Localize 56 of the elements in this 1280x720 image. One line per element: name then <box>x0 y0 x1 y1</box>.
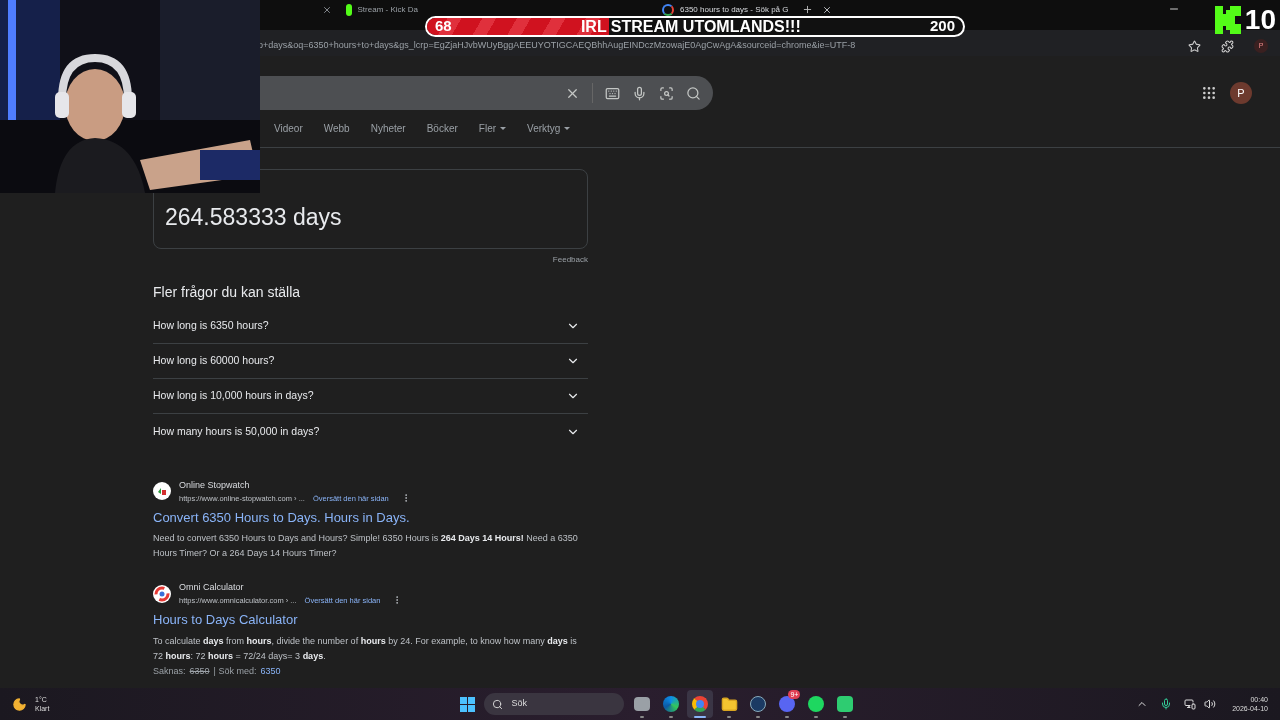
search-icon <box>492 698 504 710</box>
calculator-result: 264.583333 days <box>165 202 342 232</box>
close-tab-icon[interactable] <box>322 5 332 15</box>
microphone-icon[interactable] <box>1160 698 1173 710</box>
browser-tab[interactable]: Stream - Kick Da <box>346 3 418 17</box>
goal-title: IRL STREAM UTOMLANDS!!! <box>580 18 801 35</box>
account-avatar[interactable]: P <box>1230 82 1252 104</box>
search-with-label: | Sök med: <box>213 664 257 678</box>
bookmark-star-icon[interactable] <box>1188 39 1201 53</box>
stopwatch-favicon-icon <box>153 482 171 501</box>
questions-heading: Fler frågor du kan ställa <box>153 283 302 302</box>
search-icon[interactable] <box>686 85 701 101</box>
filter-tab[interactable]: Verktyg <box>527 121 571 136</box>
missing-term: 6350 <box>189 664 210 678</box>
network-icon[interactable] <box>1184 698 1197 710</box>
search-with-link[interactable]: 6350 <box>260 663 281 679</box>
new-tab-icon[interactable] <box>802 4 813 15</box>
extensions-icon[interactable] <box>1221 39 1234 53</box>
caret-icon <box>500 127 507 130</box>
close-tab-icon[interactable] <box>822 5 832 15</box>
omni-favicon-icon <box>153 584 171 603</box>
camera-search-icon[interactable] <box>659 85 674 101</box>
tab-title: 6350 hours to days - Sök på G <box>680 4 789 16</box>
result-snippet: To calculate days from hours, divide the number of hours by 24. For example, to know how many days is 72 hours: 72 hours = 72/24 days= 3 days. <box>153 634 578 663</box>
site-name: Online Stopwatch <box>179 479 251 492</box>
result-title-link[interactable]: Hours to Days Calculator <box>153 610 588 630</box>
site-name: Omni Calculator <box>179 581 245 595</box>
goal-target: 200 <box>929 18 955 35</box>
windows-start-icon[interactable] <box>460 696 476 712</box>
result-title-link[interactable]: Convert 6350 Hours to Days. Hours in Days. <box>153 507 588 528</box>
filter-tab[interactable]: Webb <box>323 121 350 136</box>
question-row[interactable]: How long is 6350 hours? <box>153 309 588 344</box>
kick-count: 10 <box>1244 6 1276 34</box>
filter-tab[interactable]: Fler <box>478 121 507 136</box>
taskbar-search-field[interactable]: Sök <box>484 693 625 715</box>
result-snippet: Need to convert 6350 Hours to Days and Hours? Simple! 6350 Hours is 264 Days 14 Hours! Need a 6350 Hours Timer? Or a 264 Days 14 Hours Timer? <box>153 532 579 561</box>
filter-tab[interactable]: Videor <box>274 121 303 136</box>
missing-label: Saknas: <box>153 664 186 678</box>
chrome-taskbar-icon[interactable] <box>687 690 714 718</box>
address-field[interactable]: o+days&oq=6350+hours+to+days&gs_lcrp=EgZjaHJvbWUyBggAEEUYOTIGCAEQBhhAugEINDczMzowajE0AgCwAgA&sourceid=chrome&ie=UTF-8 <box>258 39 856 53</box>
caret-icon <box>564 127 571 130</box>
filter-tab[interactable]: Böcker <box>426 121 458 136</box>
question-row[interactable]: How many hours is 50,000 in days? <box>153 414 588 449</box>
filter-tab[interactable]: Nyheter <box>370 121 406 136</box>
question-row[interactable]: How long is 60000 hours? <box>153 344 588 379</box>
apps-grid-icon[interactable] <box>1201 85 1217 101</box>
feedback-link[interactable]: Feedback <box>552 254 588 266</box>
goal-current: 68 <box>435 18 452 35</box>
question-row[interactable]: How long is 10,000 hours in days? <box>153 379 588 414</box>
logo-icon <box>1214 6 1241 34</box>
kick-tab-icon <box>346 4 352 16</box>
microphone-icon[interactable] <box>632 85 647 101</box>
tab-title: Stream - Kick Da <box>357 4 418 16</box>
keyboard-icon[interactable] <box>605 85 620 101</box>
volume-icon[interactable] <box>1204 698 1217 710</box>
weather-moon-icon <box>12 696 27 712</box>
